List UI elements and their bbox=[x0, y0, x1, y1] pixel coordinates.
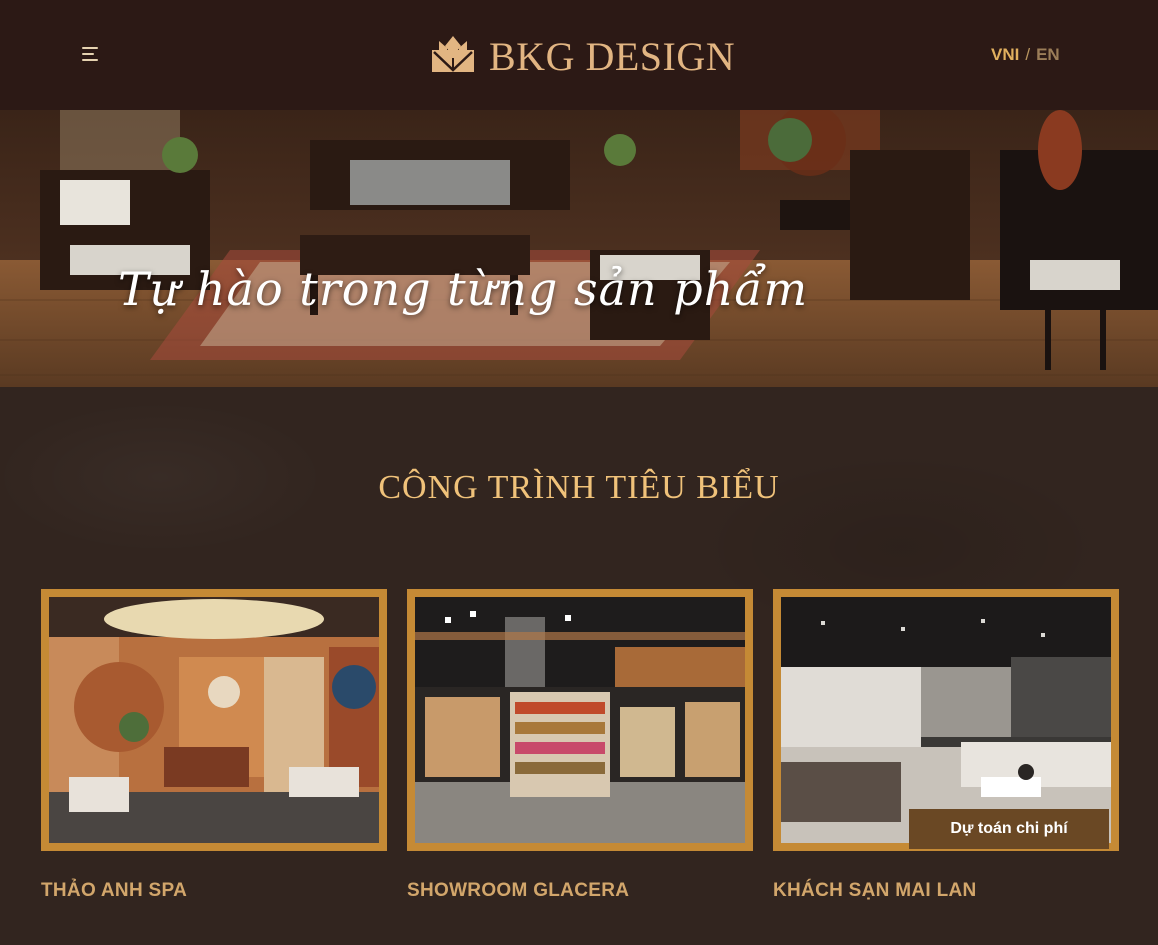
lang-en-link[interactable]: EN bbox=[1036, 45, 1060, 64]
hamburger-menu-icon[interactable] bbox=[82, 46, 102, 64]
project-card-showroom-glacera[interactable] bbox=[407, 589, 753, 851]
featured-projects-section: CÔNG TRÌNH TIÊU BIỂU THẢO ANH SPA SHOWRO… bbox=[0, 387, 1158, 945]
site-logo[interactable]: BKG DESIGN bbox=[430, 32, 740, 80]
project-title-3[interactable]: KHÁCH SẠN MAI LAN bbox=[773, 880, 977, 902]
project-title-1[interactable]: THẢO ANH SPA bbox=[41, 880, 187, 902]
lang-vni-link[interactable]: VNI bbox=[991, 45, 1019, 64]
project-image-hotel bbox=[781, 597, 1111, 843]
project-title-2[interactable]: SHOWROOM GLACERA bbox=[407, 880, 629, 902]
hero-living-room-image bbox=[0, 110, 1158, 387]
project-image-showroom bbox=[415, 597, 745, 843]
section-title: CÔNG TRÌNH TIÊU BIỂU bbox=[378, 469, 780, 506]
language-switcher: VNI / EN bbox=[991, 45, 1060, 65]
project-card-thao-anh-spa[interactable] bbox=[41, 589, 387, 851]
hero-banner[interactable]: Tự hào trong từng sản phẩm bbox=[0, 110, 1158, 387]
site-header: BKG DESIGN VNI / EN bbox=[0, 0, 1158, 110]
lang-separator: / bbox=[1025, 45, 1031, 64]
hero-tagline: Tự hào trong từng sản phẩm bbox=[118, 262, 809, 316]
lotus-logo-icon bbox=[432, 36, 474, 72]
logo-wordmark: BKG DESIGN bbox=[489, 34, 736, 79]
project-image-spa bbox=[49, 597, 379, 843]
estimate-cost-button[interactable]: Dự toán chi phí bbox=[909, 809, 1109, 849]
